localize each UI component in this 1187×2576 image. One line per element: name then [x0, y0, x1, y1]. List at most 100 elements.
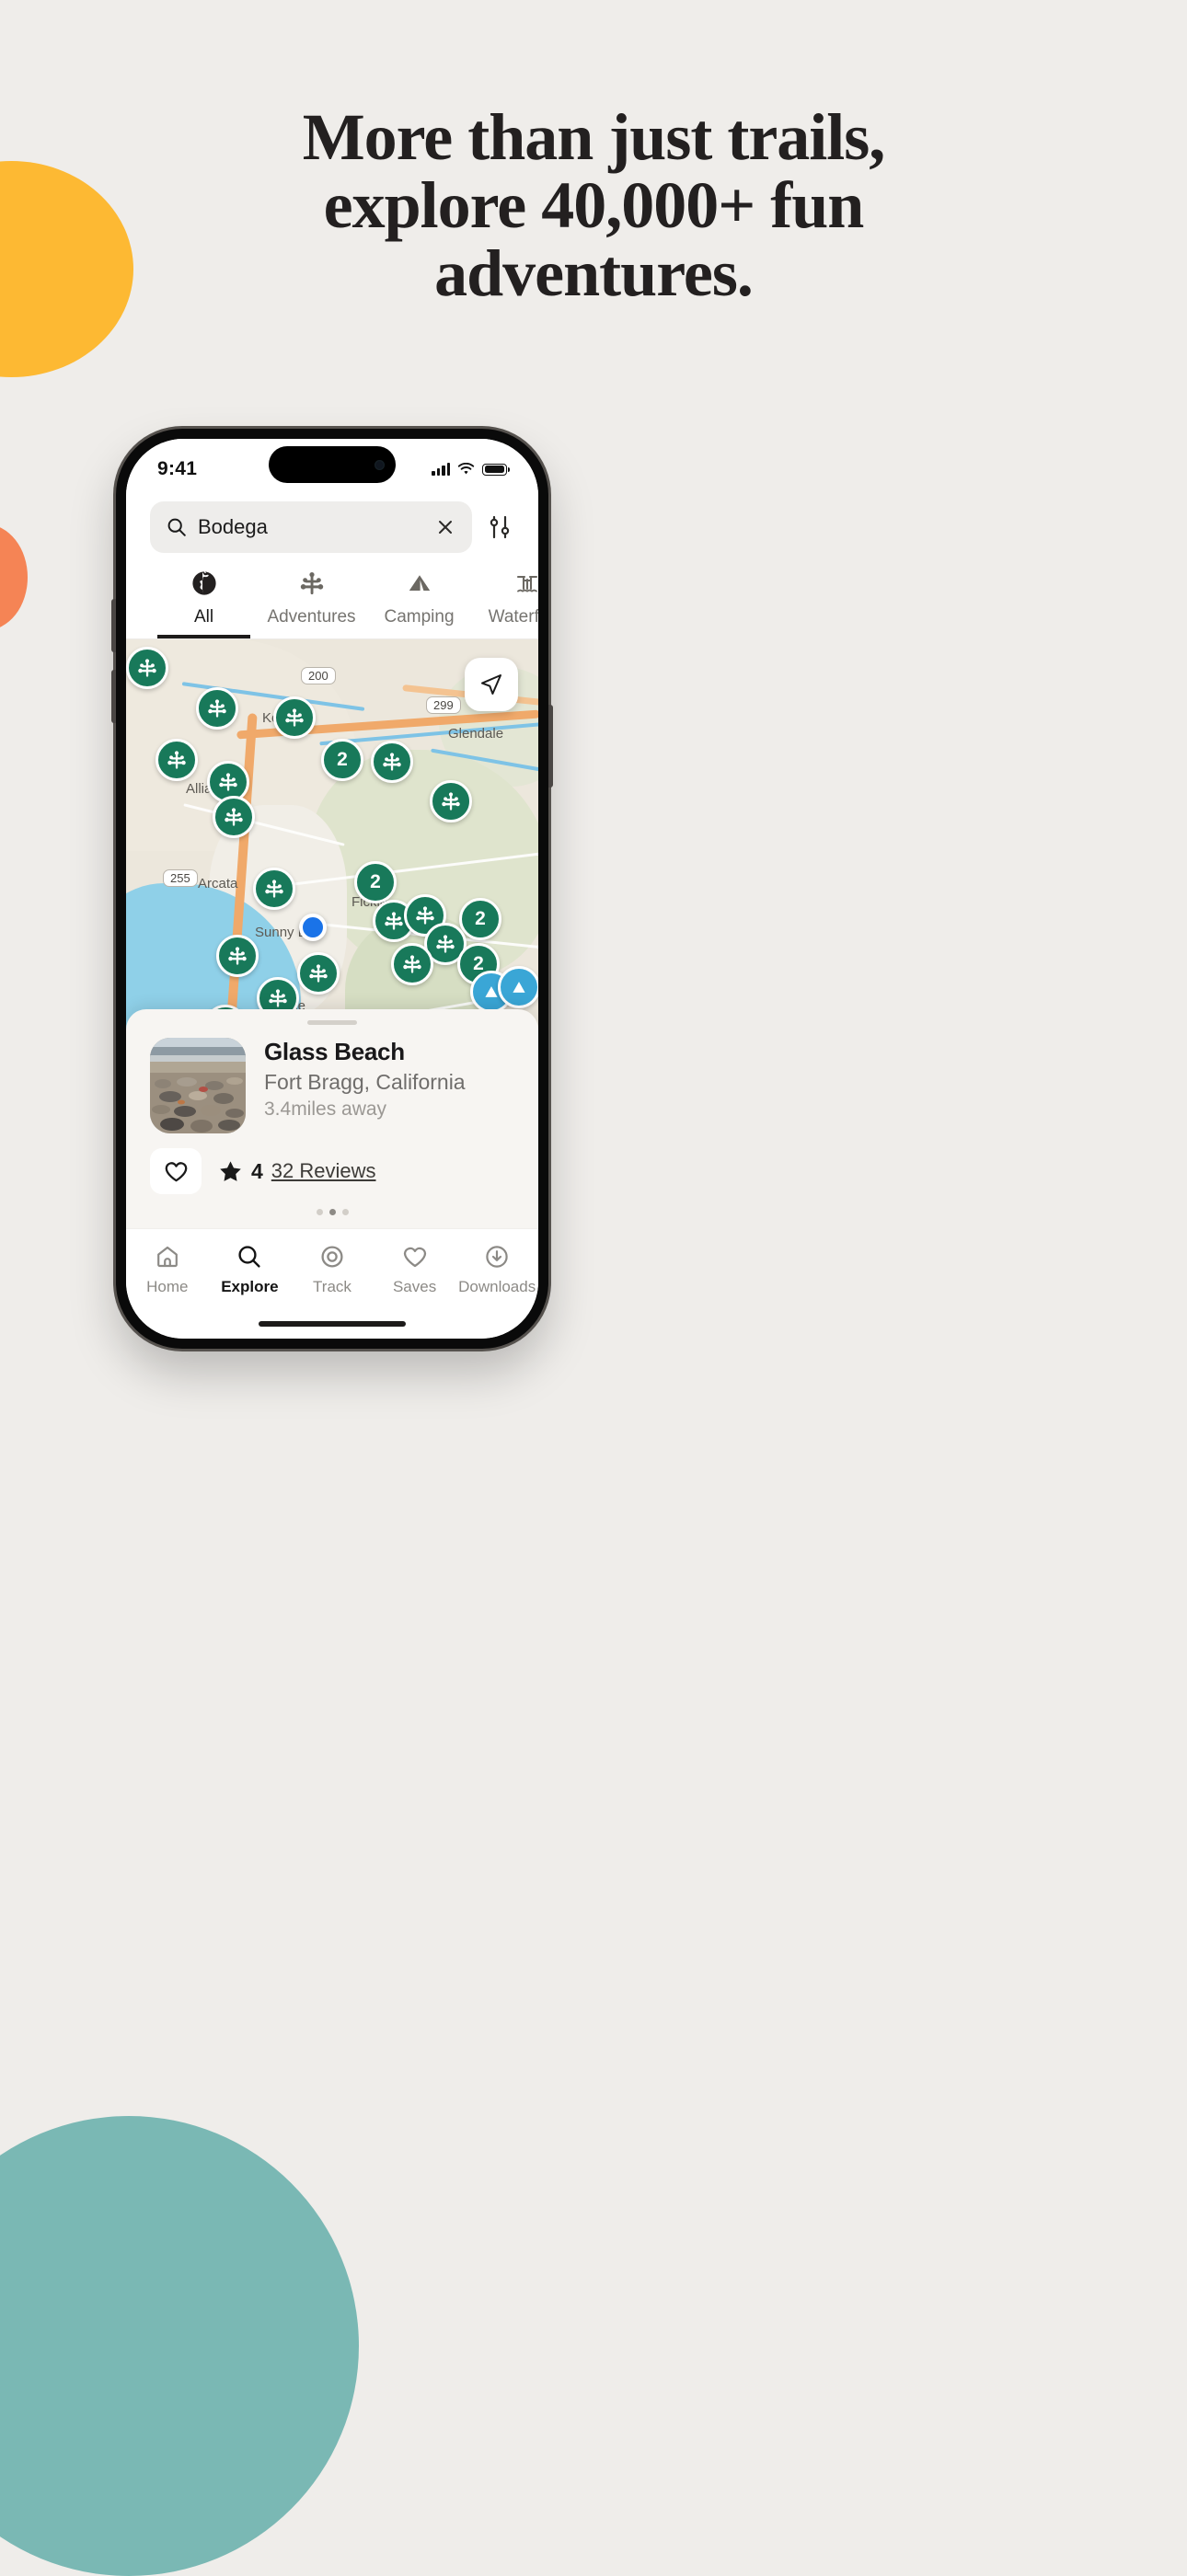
search-input[interactable]: Bodega [150, 501, 472, 553]
carousel-dot[interactable] [316, 1209, 323, 1215]
navigate-arrow-icon [481, 674, 501, 695]
map-cluster-pin[interactable]: 2 [354, 861, 397, 903]
tree-icon [442, 792, 460, 811]
map-pin-adventure[interactable] [371, 741, 413, 783]
map-pin-adventure[interactable] [213, 796, 255, 838]
nav-item-explore[interactable]: Explore [209, 1244, 292, 1296]
tent-icon [409, 575, 430, 591]
tree-icon [219, 773, 237, 791]
nav-item-downloads[interactable]: Downloads [455, 1244, 538, 1296]
headline-line-3: adventures. [434, 236, 754, 311]
tree-icon [225, 808, 243, 826]
map-pin-adventure[interactable] [126, 647, 168, 689]
category-filter-tabs[interactable]: All Adventures Camping Waterf [126, 566, 538, 638]
search-value: Bodega [198, 515, 268, 538]
map-pin-adventure[interactable] [430, 780, 472, 822]
power-button[interactable] [548, 705, 553, 788]
nav-item-track[interactable]: Track [291, 1244, 374, 1296]
headline-line-1: More than just trails, [302, 100, 886, 174]
map-cluster-pin[interactable]: 2 [321, 739, 363, 781]
filter-sliders-icon[interactable] [485, 512, 514, 542]
pebble-beach-photo [150, 1038, 246, 1133]
place-title: Glass Beach [264, 1038, 405, 1065]
search-row: Bodega [126, 494, 538, 566]
phone-mockup-frame: 9:41 Bodega All Adventures Camping Water… [111, 429, 553, 1349]
close-icon[interactable] [435, 517, 455, 537]
map-pin-adventure[interactable] [196, 687, 238, 730]
map-highway-shield: 200 [301, 667, 336, 684]
place-detail-card[interactable]: Glass Beach Fort Bragg, California 3.4mi… [126, 1009, 538, 1228]
nav-label-home: Home [146, 1278, 189, 1295]
globe-icon [191, 570, 216, 595]
heart-outline-icon [403, 1247, 426, 1268]
nav-label-track: Track [313, 1278, 351, 1295]
map-cluster-pin[interactable]: 2 [459, 898, 501, 940]
carousel-dot-active[interactable] [328, 1209, 336, 1215]
front-camera-icon [375, 459, 385, 470]
star-filled-icon [220, 1160, 241, 1181]
place-info: Glass Beach Fort Bragg, California 3.4mi… [264, 1038, 514, 1133]
map-pin-mountain[interactable] [498, 966, 538, 1008]
tree-icon [265, 880, 283, 898]
nav-label-downloads: Downloads [458, 1278, 536, 1295]
map-pin-adventure[interactable] [216, 935, 259, 977]
rating-value: 4 [251, 1158, 263, 1183]
tree-icon [383, 753, 401, 771]
nav-label-explore: Explore [221, 1278, 279, 1295]
status-bar: 9:41 [126, 439, 538, 494]
tree-icon [228, 947, 247, 965]
card-actions-row: 4 32 Reviews [126, 1148, 538, 1194]
map-pin-adventure[interactable] [297, 952, 340, 995]
tree-icon [436, 935, 455, 953]
map-highway-shield: 299 [426, 696, 461, 714]
favorite-button[interactable] [150, 1148, 202, 1194]
dynamic-island [269, 446, 396, 483]
search-icon [238, 1246, 260, 1268]
tab-camping[interactable]: Camping [365, 566, 473, 638]
map-pin-adventure[interactable] [273, 696, 316, 739]
nav-item-home[interactable]: Home [126, 1244, 209, 1296]
tree-icon [167, 751, 186, 769]
tree-icon [416, 906, 434, 925]
carousel-dot[interactable] [341, 1209, 349, 1215]
map-pin-adventure[interactable] [156, 739, 198, 781]
search-icon [167, 518, 186, 536]
record-circle-icon [321, 1246, 343, 1268]
tab-camping-label: Camping [384, 607, 455, 627]
bottom-navigation-bar[interactable]: Home Explore Track Saves Downloads [126, 1228, 538, 1339]
signal-bars-icon [432, 463, 450, 476]
waterfall-icon [516, 575, 537, 592]
nav-item-saves[interactable]: Saves [374, 1244, 456, 1296]
card-drag-handle[interactable] [307, 1020, 357, 1025]
tree-icon [403, 955, 421, 973]
recenter-location-button[interactable] [465, 658, 518, 711]
tab-waterfalls[interactable]: Waterfalls [473, 566, 538, 638]
tree-icon [208, 699, 226, 718]
reviews-link[interactable]: 32 Reviews [271, 1159, 376, 1183]
rating-group: 4 32 Reviews [218, 1159, 376, 1184]
place-distance: 3.4miles away [264, 1098, 387, 1120]
map-pin-adventure[interactable] [253, 868, 295, 910]
battery-full-icon [482, 463, 511, 476]
place-location: Fort Bragg, California [264, 1070, 466, 1094]
carousel-dots[interactable] [126, 1209, 538, 1215]
map-label: Arcata [198, 876, 238, 891]
place-thumbnail[interactable] [150, 1038, 246, 1133]
nav-label-saves: Saves [392, 1278, 437, 1295]
wifi-icon [457, 463, 475, 475]
tree-icon [285, 708, 304, 727]
card-body: Glass Beach Fort Bragg, California 3.4mi… [126, 1038, 538, 1133]
tab-all[interactable]: All [150, 566, 258, 638]
map-pin-adventure[interactable] [391, 943, 433, 985]
map-highway-shield: 255 [163, 869, 198, 887]
tree-icon [385, 912, 403, 930]
user-location-dot [299, 914, 327, 941]
tab-adventures[interactable]: Adventures [258, 566, 365, 638]
map-label: Glendale [448, 726, 504, 742]
decorative-teal-blob [0, 2116, 359, 2576]
tree-icon [269, 989, 287, 1007]
status-time: 9:41 [157, 458, 198, 479]
tab-all-label: All [193, 607, 214, 627]
mountain-icon [513, 982, 525, 993]
download-cloud-icon [486, 1246, 508, 1268]
